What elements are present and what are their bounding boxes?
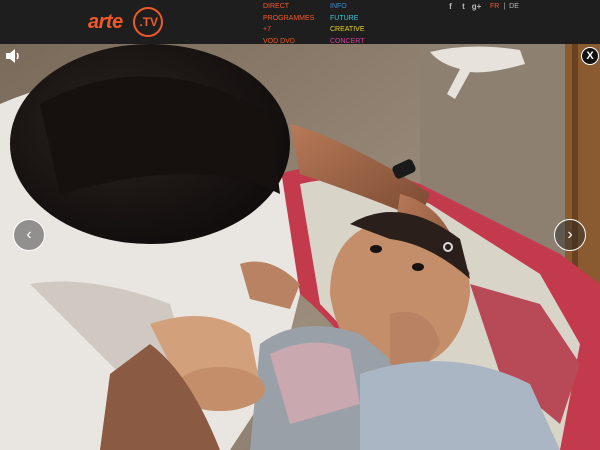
- nav-menu-channels: INFO FUTURE CREATIVE CONCERT: [330, 1, 365, 47]
- arte-wordmark: arte: [88, 10, 123, 33]
- chevron-left-icon: ‹: [26, 226, 32, 243]
- social-links: f t g+ FR | DE: [447, 2, 519, 11]
- nav-menu-primary: DIRECT PROGRAMMES +7 VOD DVD: [263, 1, 314, 47]
- nav-item-info[interactable]: INFO: [330, 1, 365, 13]
- nav-item-creative[interactable]: CREATIVE: [330, 24, 365, 36]
- gallery-photo: [0, 44, 600, 450]
- lang-fr[interactable]: FR: [490, 3, 499, 10]
- arte-tv-logo[interactable]: arte .TV: [88, 6, 163, 38]
- lang-de[interactable]: DE: [509, 3, 519, 10]
- top-navigation-bar: arte .TV DIRECT PROGRAMMES +7 VOD DVD IN…: [0, 0, 600, 47]
- language-switcher: FR | DE: [490, 3, 519, 10]
- close-icon: X: [586, 50, 594, 62]
- sound-icon[interactable]: [4, 48, 22, 64]
- tv-label: .TV: [139, 15, 159, 29]
- nav-item-programmes[interactable]: PROGRAMMES: [263, 13, 314, 25]
- google-plus-icon[interactable]: g+: [472, 2, 482, 11]
- close-button[interactable]: X: [581, 47, 599, 65]
- facebook-icon[interactable]: f: [447, 2, 454, 11]
- nav-item-direct[interactable]: DIRECT: [263, 1, 314, 13]
- chevron-right-icon: ›: [567, 226, 573, 243]
- tv-circle-logo: .TV: [132, 7, 163, 37]
- twitter-icon[interactable]: t: [460, 2, 467, 11]
- nav-item-plus7[interactable]: +7: [263, 24, 314, 36]
- lang-separator: |: [503, 2, 506, 10]
- previous-button[interactable]: ‹: [13, 219, 45, 251]
- nav-item-future[interactable]: FUTURE: [330, 13, 365, 25]
- next-button[interactable]: ›: [554, 219, 586, 251]
- photo-illustration: [0, 44, 600, 450]
